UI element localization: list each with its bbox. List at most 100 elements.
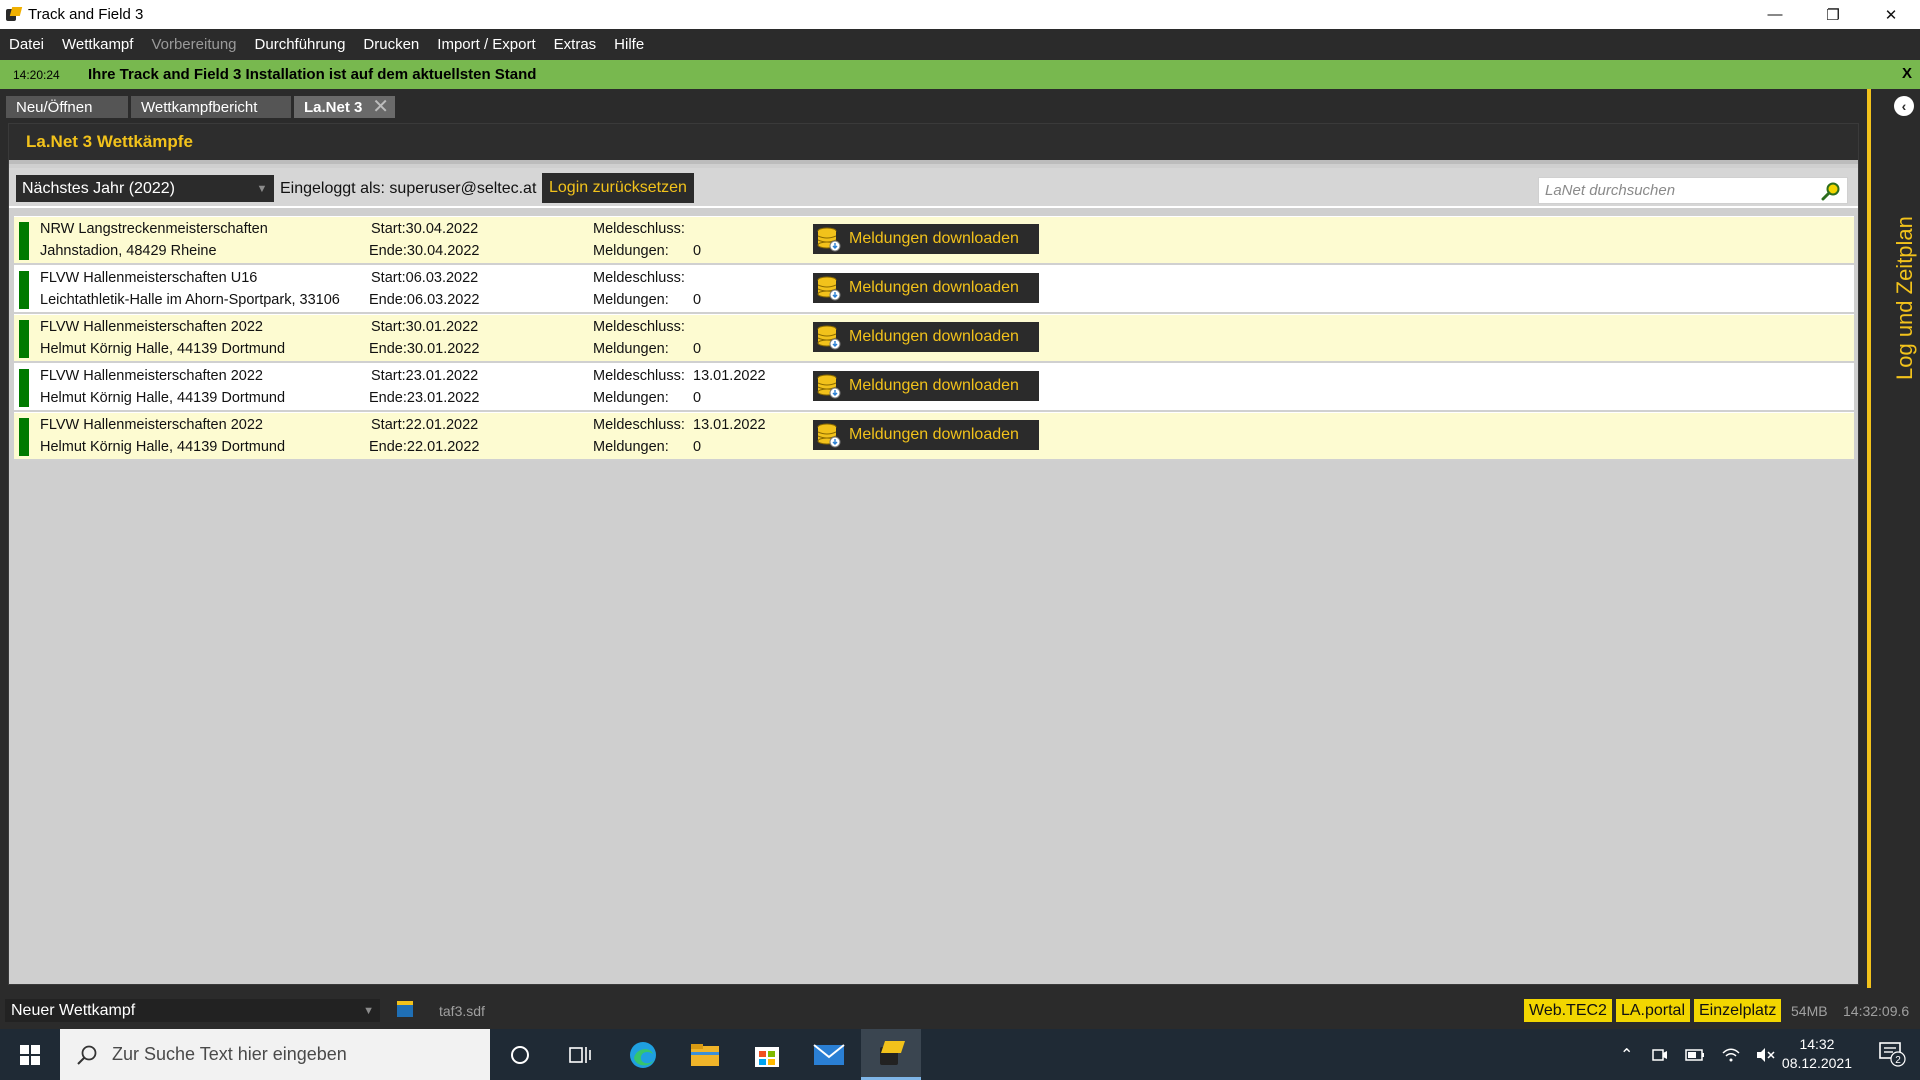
meldungen-value: 0	[693, 341, 702, 357]
store-icon[interactable]	[737, 1029, 797, 1080]
menu-extras[interactable]: Extras	[545, 36, 606, 53]
status-bar: Neuer Wettkampf ▼ taf3.sdf Web.TEC2 LA.p…	[0, 995, 1920, 1025]
mail-icon[interactable]	[799, 1029, 859, 1080]
start-value: 23.01.2022	[405, 368, 479, 384]
download-label: Meldungen downloaden	[849, 230, 1019, 247]
download-registrations-button[interactable]: Meldungen downloaden	[813, 371, 1039, 401]
minimize-button[interactable]: —	[1746, 0, 1804, 29]
menu-import-export[interactable]: Import / Export	[428, 36, 544, 53]
track-and-field-taskbar-icon[interactable]	[861, 1029, 921, 1080]
menu-durchfuehrung[interactable]: Durchführung	[246, 36, 355, 53]
end-value: 30.04.2022	[406, 243, 480, 259]
sidebar-label[interactable]: Log und Zeitplan	[1892, 216, 1918, 380]
end-value: 30.01.2022	[406, 341, 480, 357]
cortana-icon[interactable]	[490, 1029, 550, 1080]
taskbar-clock[interactable]: 14:32 08.12.2021	[1782, 1035, 1852, 1073]
status-indicator	[19, 271, 29, 309]
logged-in-user: superuser@seltec.at	[389, 180, 537, 197]
menu-datei[interactable]: Datei	[0, 36, 53, 53]
meet-now-icon[interactable]	[1651, 1046, 1669, 1064]
end-value: 23.01.2022	[406, 390, 480, 406]
volume-muted-icon[interactable]	[1755, 1047, 1775, 1063]
competition-select[interactable]: Neuer Wettkampf ▼	[5, 999, 380, 1022]
download-registrations-button[interactable]: Meldungen downloaden	[813, 273, 1039, 303]
competition-row[interactable]: FLVW Hallenmeisterschaften 2022 Helmut Kö…	[14, 363, 1854, 412]
log-zeitplan-sidebar: ‹ Log und Zeitplan	[1862, 89, 1920, 988]
end-label: Ende:	[369, 439, 407, 455]
competition-venue: Leichtathletik-Halle im Ahorn-Sportpark,…	[40, 292, 340, 308]
tab-lanet3[interactable]: La.Net 3 ✕	[294, 96, 395, 118]
database-download-icon	[817, 423, 841, 448]
status-indicator	[19, 222, 29, 260]
end-date: Ende:30.01.2022	[369, 341, 479, 357]
meldungen-value: 0	[693, 439, 702, 455]
system-tray: ⌃	[1620, 1029, 1775, 1080]
chevron-down-icon: ▼	[363, 1004, 374, 1017]
logged-in-label: Eingeloggt als:	[280, 180, 385, 197]
menu-wettkampf[interactable]: Wettkampf	[53, 36, 142, 53]
task-view-icon[interactable]	[550, 1029, 610, 1080]
competition-row[interactable]: FLVW Hallenmeisterschaften U16 Leichtathl…	[14, 265, 1854, 314]
download-registrations-button[interactable]: Meldungen downloaden	[813, 420, 1039, 450]
competition-name: NRW Langstreckenmeisterschaften	[40, 221, 268, 237]
start-date: Start:30.04.2022	[371, 221, 478, 237]
competition-row[interactable]: NRW Langstreckenmeisterschaften Jahnstadi…	[14, 216, 1854, 265]
download-registrations-button[interactable]: Meldungen downloaden	[813, 224, 1039, 254]
end-value: 06.03.2022	[406, 292, 480, 308]
database-download-icon	[817, 325, 841, 350]
start-label: Start:	[371, 368, 406, 384]
wifi-icon[interactable]	[1721, 1047, 1741, 1063]
login-reset-button[interactable]: Login zurücksetzen	[542, 173, 694, 203]
taskbar-search[interactable]: Zur Suche Text hier eingeben	[60, 1029, 490, 1080]
lanet-search	[1538, 177, 1848, 204]
competition-name: FLVW Hallenmeisterschaften 2022	[40, 319, 263, 335]
notification-count: 2	[1895, 1055, 1901, 1066]
action-center-icon[interactable]: 2	[1878, 1041, 1906, 1067]
search-input[interactable]	[1539, 178, 1809, 203]
badge-einzelplatz[interactable]: Einzelplatz	[1694, 999, 1782, 1022]
start-value: 22.01.2022	[405, 417, 479, 433]
competition-row[interactable]: FLVW Hallenmeisterschaften 2022 Helmut Kö…	[14, 412, 1854, 461]
competition-list: NRW Langstreckenmeisterschaften Jahnstadi…	[14, 216, 1854, 461]
chevron-left-icon[interactable]: ‹	[1894, 96, 1914, 116]
edge-browser-icon[interactable]	[613, 1029, 673, 1080]
app-icon	[6, 6, 23, 23]
window-title: Track and Field 3	[28, 6, 144, 23]
tab-neu-oeffnen[interactable]: Neu/Öffnen	[6, 96, 128, 118]
tab-close-icon[interactable]: ✕	[372, 96, 389, 118]
end-date: Ende:22.01.2022	[369, 439, 479, 455]
notification-close-button[interactable]: X	[1902, 65, 1912, 82]
notification-bar: 14:20:24 Ihre Track and Field 3 Installa…	[0, 60, 1920, 89]
restore-button[interactable]: ❐	[1804, 0, 1862, 29]
close-window-button[interactable]: ✕	[1862, 0, 1920, 29]
tab-label: La.Net 3	[304, 98, 363, 116]
meldeschluss-label: Meldeschluss:	[593, 368, 685, 384]
end-label: Ende:	[369, 390, 407, 406]
taskbar: Zur Suche Text hier eingeben ⌃ 14:32 08.…	[0, 1029, 1920, 1080]
year-select[interactable]: Nächstes Jahr (2022) ▼	[16, 175, 274, 202]
meldungen-value: 0	[693, 243, 702, 259]
file-explorer-icon[interactable]	[675, 1029, 735, 1080]
menu-drucken[interactable]: Drucken	[354, 36, 428, 53]
start-button[interactable]	[0, 1029, 60, 1080]
chevron-up-icon[interactable]: ⌃	[1620, 1045, 1633, 1065]
competition-name: FLVW Hallenmeisterschaften U16	[40, 270, 258, 286]
download-registrations-button[interactable]: Meldungen downloaden	[813, 322, 1039, 352]
taskbar-date: 08.12.2021	[1781, 1055, 1852, 1071]
status-indicator	[19, 369, 29, 407]
menu-hilfe[interactable]: Hilfe	[605, 36, 653, 53]
menu-vorbereitung: Vorbereitung	[151, 36, 237, 53]
competition-row[interactable]: FLVW Hallenmeisterschaften 2022 Helmut Kö…	[14, 314, 1854, 363]
badge-webtec2[interactable]: Web.TEC2	[1524, 999, 1612, 1022]
year-select-value: Nächstes Jahr (2022)	[22, 179, 175, 197]
tab-wettkampfbericht[interactable]: Wettkampfbericht	[131, 96, 291, 118]
database-download-icon	[817, 374, 841, 399]
start-label: Start:	[371, 270, 406, 286]
filter-bar: Nächstes Jahr (2022) ▼ Eingeloggt als: s…	[9, 168, 1858, 208]
database-download-icon	[817, 227, 841, 252]
title-bar: Track and Field 3 — ❐ ✕	[0, 0, 1920, 29]
search-icon[interactable]	[1821, 181, 1841, 201]
badge-laportal[interactable]: LA.portal	[1615, 999, 1690, 1022]
battery-icon[interactable]	[1685, 1048, 1705, 1062]
download-label: Meldungen downloaden	[849, 426, 1019, 443]
